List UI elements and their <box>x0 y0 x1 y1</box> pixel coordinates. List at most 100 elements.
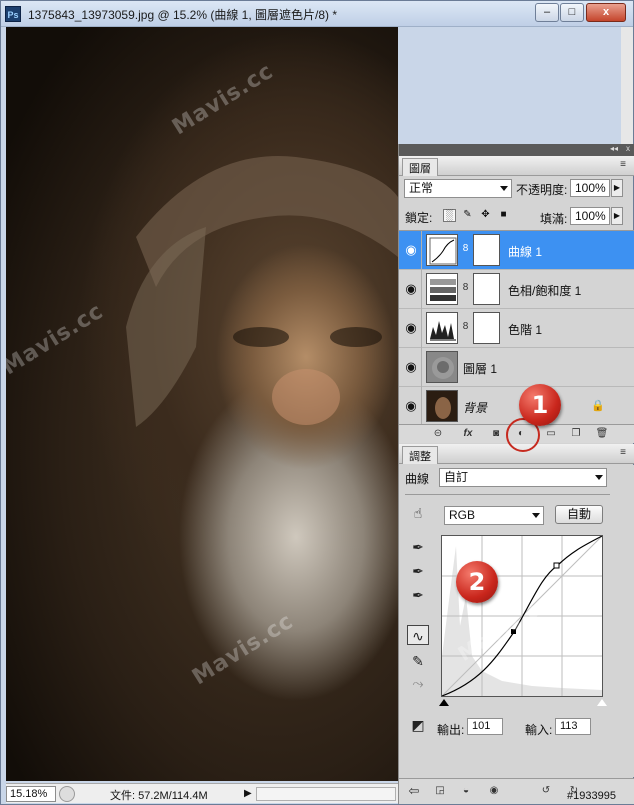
back-arrow-icon[interactable]: ⇦ <box>407 784 421 798</box>
layer-name: 背景 <box>463 401 488 415</box>
mask-link-icon[interactable]: 8 <box>461 243 470 257</box>
mask-link-icon[interactable]: 8 <box>461 321 470 335</box>
layer-mask-thumbnail[interactable] <box>473 273 500 305</box>
panel-dock-header: ◂◂ x <box>399 144 634 156</box>
column-divider <box>421 348 422 387</box>
panel-dock: ◂◂ x 圖層 ≡ 正常 不透明度: 100% ▶ 鎖定: ░ ✎ ✥ ■ 填滿… <box>398 144 634 804</box>
blend-mode-value: 正常 <box>409 181 434 195</box>
visibility-eye-icon[interactable]: ◉ <box>402 358 420 376</box>
lock-icon: 🔒 <box>591 400 605 412</box>
visibility-toggle-icon[interactable]: ◉ <box>487 784 501 798</box>
close-button[interactable]: x <box>586 3 626 22</box>
layer-mask-thumbnail[interactable] <box>473 234 500 266</box>
layer-row-levels[interactable]: ◉ 8 色階 1 <box>399 309 634 348</box>
clip-to-layer-icon[interactable]: ◒ <box>459 784 473 798</box>
close-panels-icon[interactable]: x <box>626 144 630 153</box>
fill-slider-button[interactable]: ▶ <box>611 207 623 225</box>
lock-pixels-icon[interactable]: ✎ <box>461 209 474 222</box>
tab-layers[interactable]: 圖層 <box>402 158 438 176</box>
gray-point-eyedropper-icon[interactable]: ✒ <box>407 561 429 581</box>
step-badge-1: 1 <box>519 384 561 426</box>
adjustments-panel-body: 曲線 自訂 ☝ RGB 自動 ✒ ✒ ✒ ∿ ✎ ⤳ Mavis.cc ◩ 輸出… <box>399 465 634 777</box>
title-bar[interactable]: Ps 1375843_13973059.jpg @ 15.2% (曲線 1, 圖… <box>1 1 633 27</box>
status-bar: 15.18% 文件: 57.2M/114.4M ▶ <box>6 783 401 803</box>
blend-mode-select[interactable]: 正常 <box>404 179 512 198</box>
clipping-display-icon[interactable]: ◩ <box>407 715 429 735</box>
black-point-slider-icon[interactable] <box>439 699 449 706</box>
input-field[interactable]: 113 <box>555 718 591 735</box>
layer-row-curves[interactable]: ◉ 8 曲線 1 <box>399 231 634 270</box>
auto-button[interactable]: 自動 <box>555 505 603 524</box>
layer-row-hue-saturation[interactable]: ◉ 8 色相/飽和度 1 <box>399 270 634 309</box>
lock-label: 鎖定: <box>405 211 433 225</box>
delete-layer-icon[interactable]: 🗑 <box>595 427 609 441</box>
document-profile-icon[interactable] <box>59 786 75 802</box>
status-menu-arrow-icon[interactable]: ▶ <box>244 788 252 799</box>
opacity-slider-button[interactable]: ▶ <box>611 179 623 197</box>
visibility-eye-icon[interactable]: ◉ <box>402 397 420 415</box>
layers-panel-tabbar: 圖層 ≡ <box>399 156 634 176</box>
lock-transparency-icon[interactable]: ░ <box>443 209 456 222</box>
document-size-info: 文件: 57.2M/114.4M <box>110 790 208 802</box>
layer-name: 色相/飽和度 1 <box>508 284 582 298</box>
preset-value: 自訂 <box>444 470 469 484</box>
curves-adjustment-thumbnail <box>426 234 458 266</box>
edit-curve-points-icon[interactable]: ∿ <box>407 625 429 645</box>
new-layer-icon[interactable]: ❐ <box>569 427 583 441</box>
layer-name: 曲線 1 <box>508 245 543 259</box>
tab-adjustments[interactable]: 調整 <box>402 446 438 464</box>
output-field[interactable]: 101 <box>467 718 503 735</box>
smooth-curve-icon[interactable]: ⤳ <box>407 673 429 693</box>
column-divider <box>421 270 422 309</box>
curves-preset-select[interactable]: 自訂 <box>439 468 607 487</box>
new-group-icon[interactable]: ▭ <box>544 427 558 441</box>
visibility-eye-icon[interactable]: ◉ <box>402 319 420 337</box>
curves-graph[interactable]: Mavis.cc <box>441 535 603 697</box>
zoom-level-field[interactable]: 15.18% <box>6 786 56 802</box>
photoshop-document-window: Ps 1375843_13973059.jpg @ 15.2% (曲線 1, 圖… <box>0 0 634 805</box>
layer-style-fx-icon[interactable]: fx <box>461 427 475 441</box>
channel-value: RGB <box>449 508 476 522</box>
hue-saturation-thumbnail <box>426 273 458 305</box>
image-id-label: #1933995 <box>567 790 616 802</box>
mask-link-icon[interactable]: 8 <box>461 282 470 296</box>
layer-name: 圖層 1 <box>463 362 498 376</box>
on-image-adjust-hand-icon[interactable]: ☝ <box>407 503 429 523</box>
layer-row-layer-1[interactable]: ◉ 圖層 1 <box>399 348 634 387</box>
horizontal-scrollbar[interactable] <box>256 787 396 801</box>
image-canvas[interactable]: Mavis.cc Mavis.cc Mavis.cc Mavis.cc <box>6 27 398 781</box>
column-divider <box>421 387 422 426</box>
white-point-eyedropper-icon[interactable]: ✒ <box>407 585 429 605</box>
link-layers-icon[interactable]: ⊝ <box>431 427 445 441</box>
maximize-button[interactable]: □ <box>560 3 584 22</box>
layers-list: ◉ 8 曲線 1 ◉ 8 色相/飽和度 1 ◉ 8 色階 1 ◉ 圖層 1 ◉ … <box>399 230 634 426</box>
expand-view-icon[interactable]: ◲ <box>433 784 447 798</box>
white-point-slider-icon[interactable] <box>597 699 607 706</box>
opacity-label: 不透明度: <box>516 183 568 197</box>
fill-field[interactable]: 100% <box>570 207 610 225</box>
black-point-eyedropper-icon[interactable]: ✒ <box>407 537 429 557</box>
minimize-button[interactable]: ‒ <box>535 3 559 22</box>
collapse-panels-icon[interactable]: ◂◂ <box>610 144 618 153</box>
channel-select[interactable]: RGB <box>444 506 544 525</box>
layer-name: 色階 1 <box>508 323 543 337</box>
layer-thumbnail <box>426 351 458 383</box>
layer-mask-thumbnail[interactable] <box>473 312 500 344</box>
visibility-eye-icon[interactable]: ◉ <box>402 241 420 259</box>
view-previous-icon[interactable]: ↺ <box>539 784 553 798</box>
add-mask-icon[interactable]: ◙ <box>489 427 503 441</box>
visibility-eye-icon[interactable]: ◉ <box>402 280 420 298</box>
chevron-down-icon <box>532 513 540 518</box>
lock-all-icon[interactable]: ■ <box>497 209 510 222</box>
panel-menu-icon[interactable]: ≡ <box>616 159 630 171</box>
panel-menu-icon[interactable]: ≡ <box>616 447 630 459</box>
background-thumbnail <box>426 390 458 422</box>
column-divider <box>421 309 422 348</box>
chevron-down-icon <box>595 475 603 480</box>
opacity-field[interactable]: 100% <box>570 179 610 197</box>
draw-curve-pencil-icon[interactable]: ✎ <box>407 651 429 671</box>
lock-position-icon[interactable]: ✥ <box>479 209 492 222</box>
column-divider <box>421 231 422 270</box>
document-title: 1375843_13973059.jpg @ 15.2% (曲線 1, 圖層遮色… <box>28 8 338 22</box>
adjustment-type-label: 曲線 <box>405 472 430 486</box>
